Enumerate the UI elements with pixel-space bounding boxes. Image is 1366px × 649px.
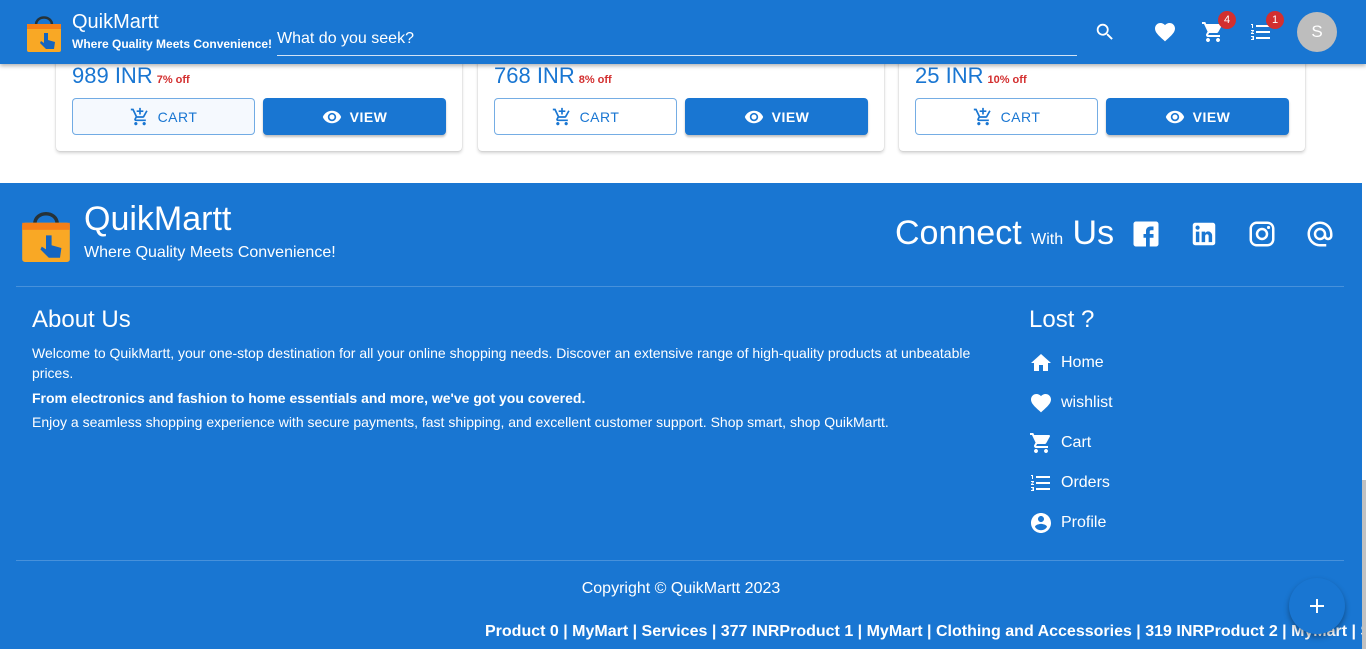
facebook-icon[interactable] bbox=[1131, 219, 1161, 249]
footer-brand-title: QuikMartt bbox=[84, 200, 232, 238]
scrollbar-thumb[interactable] bbox=[1362, 480, 1366, 649]
top-app-bar: QuikMartt Where Quality Meets Convenienc… bbox=[0, 0, 1366, 64]
footer-divider bbox=[16, 286, 1344, 287]
discount-label: 8% off bbox=[578, 74, 612, 86]
orders-count-badge: 1 bbox=[1266, 11, 1284, 29]
about-heading: About Us bbox=[32, 306, 131, 333]
scrollbar-track[interactable] bbox=[1362, 64, 1366, 183]
at-icon[interactable] bbox=[1305, 219, 1335, 249]
about-paragraph: Enjoy a seamless shopping experience wit… bbox=[32, 414, 889, 430]
search-bar[interactable] bbox=[277, 24, 1077, 56]
eye-icon bbox=[1165, 110, 1184, 123]
shopping-bag-logo-icon[interactable] bbox=[24, 11, 64, 53]
shopping-bag-logo-icon bbox=[22, 211, 70, 262]
footer-link-cart[interactable]: Cart bbox=[1029, 431, 1091, 455]
footer-tagline: Where Quality Meets Convenience! bbox=[84, 244, 336, 261]
product-grid: 989 INR 7% off CART VIEW 768 INR 8% off CA… bbox=[0, 44, 1362, 183]
view-product-button[interactable]: VIEW bbox=[1106, 98, 1289, 135]
product-price: 989 INR 7% off bbox=[72, 63, 190, 88]
search-input[interactable] bbox=[277, 24, 1077, 54]
brand-title[interactable]: QuikMartt bbox=[72, 11, 159, 34]
instagram-icon[interactable] bbox=[1247, 219, 1277, 249]
search-button[interactable] bbox=[1089, 16, 1121, 48]
add-to-cart-button[interactable]: CART bbox=[494, 98, 677, 135]
add-fab-button[interactable] bbox=[1289, 578, 1345, 634]
cart-button[interactable]: 4 bbox=[1197, 11, 1236, 48]
cart-icon bbox=[1030, 433, 1051, 453]
about-paragraph-bold: From electronics and fashion to home ess… bbox=[32, 390, 586, 406]
site-footer: QuikMartt Where Quality Meets Convenienc… bbox=[0, 183, 1362, 649]
product-price: 768 INR 8% off bbox=[494, 63, 612, 88]
heart-icon bbox=[1031, 394, 1051, 413]
footer-link-wishlist[interactable]: wishlist bbox=[1029, 391, 1113, 415]
cart-count-badge: 4 bbox=[1218, 11, 1236, 29]
eye-icon bbox=[744, 110, 763, 123]
footer-link-orders[interactable]: Orders bbox=[1029, 471, 1110, 495]
footer-divider bbox=[16, 560, 1344, 561]
wishlist-button[interactable] bbox=[1149, 16, 1181, 48]
orders-button[interactable]: 1 bbox=[1245, 11, 1284, 48]
heart-icon bbox=[1155, 23, 1175, 42]
linkedin-icon[interactable] bbox=[1189, 219, 1219, 249]
add-shopping-cart-icon bbox=[130, 107, 148, 125]
view-product-button[interactable]: VIEW bbox=[263, 98, 446, 135]
search-icon bbox=[1096, 23, 1113, 40]
product-price: 25 INR 10% off bbox=[915, 63, 1027, 88]
account-circle-icon bbox=[1031, 513, 1051, 533]
view-product-button[interactable]: VIEW bbox=[685, 98, 868, 135]
brand-tagline: Where Quality Meets Convenience! bbox=[72, 37, 273, 51]
add-to-cart-button[interactable]: CART bbox=[72, 98, 255, 135]
discount-label: 7% off bbox=[156, 74, 190, 86]
discount-label: 10% off bbox=[987, 74, 1027, 86]
add-shopping-cart-icon bbox=[973, 107, 991, 125]
about-paragraph: Welcome to QuikMartt, your one-stop dest… bbox=[32, 345, 971, 381]
connect-heading: Connect With Us bbox=[895, 214, 1115, 252]
home-icon bbox=[1031, 354, 1051, 371]
footer-link-home[interactable]: Home bbox=[1029, 351, 1104, 375]
list-icon bbox=[1031, 475, 1050, 491]
plus-icon bbox=[1310, 599, 1324, 613]
add-shopping-cart-icon bbox=[552, 107, 570, 125]
eye-icon bbox=[322, 110, 341, 123]
product-ticker: Product 0 | MyMart | Services | 377 INRP… bbox=[485, 623, 1362, 640]
footer-link-profile[interactable]: Profile bbox=[1029, 511, 1106, 535]
lost-heading: Lost ? bbox=[1029, 306, 1095, 333]
add-to-cart-button[interactable]: CART bbox=[915, 98, 1098, 135]
avatar[interactable]: S bbox=[1297, 12, 1337, 52]
copyright-text: Copyright © QuikMartt 2023 bbox=[581, 580, 781, 597]
